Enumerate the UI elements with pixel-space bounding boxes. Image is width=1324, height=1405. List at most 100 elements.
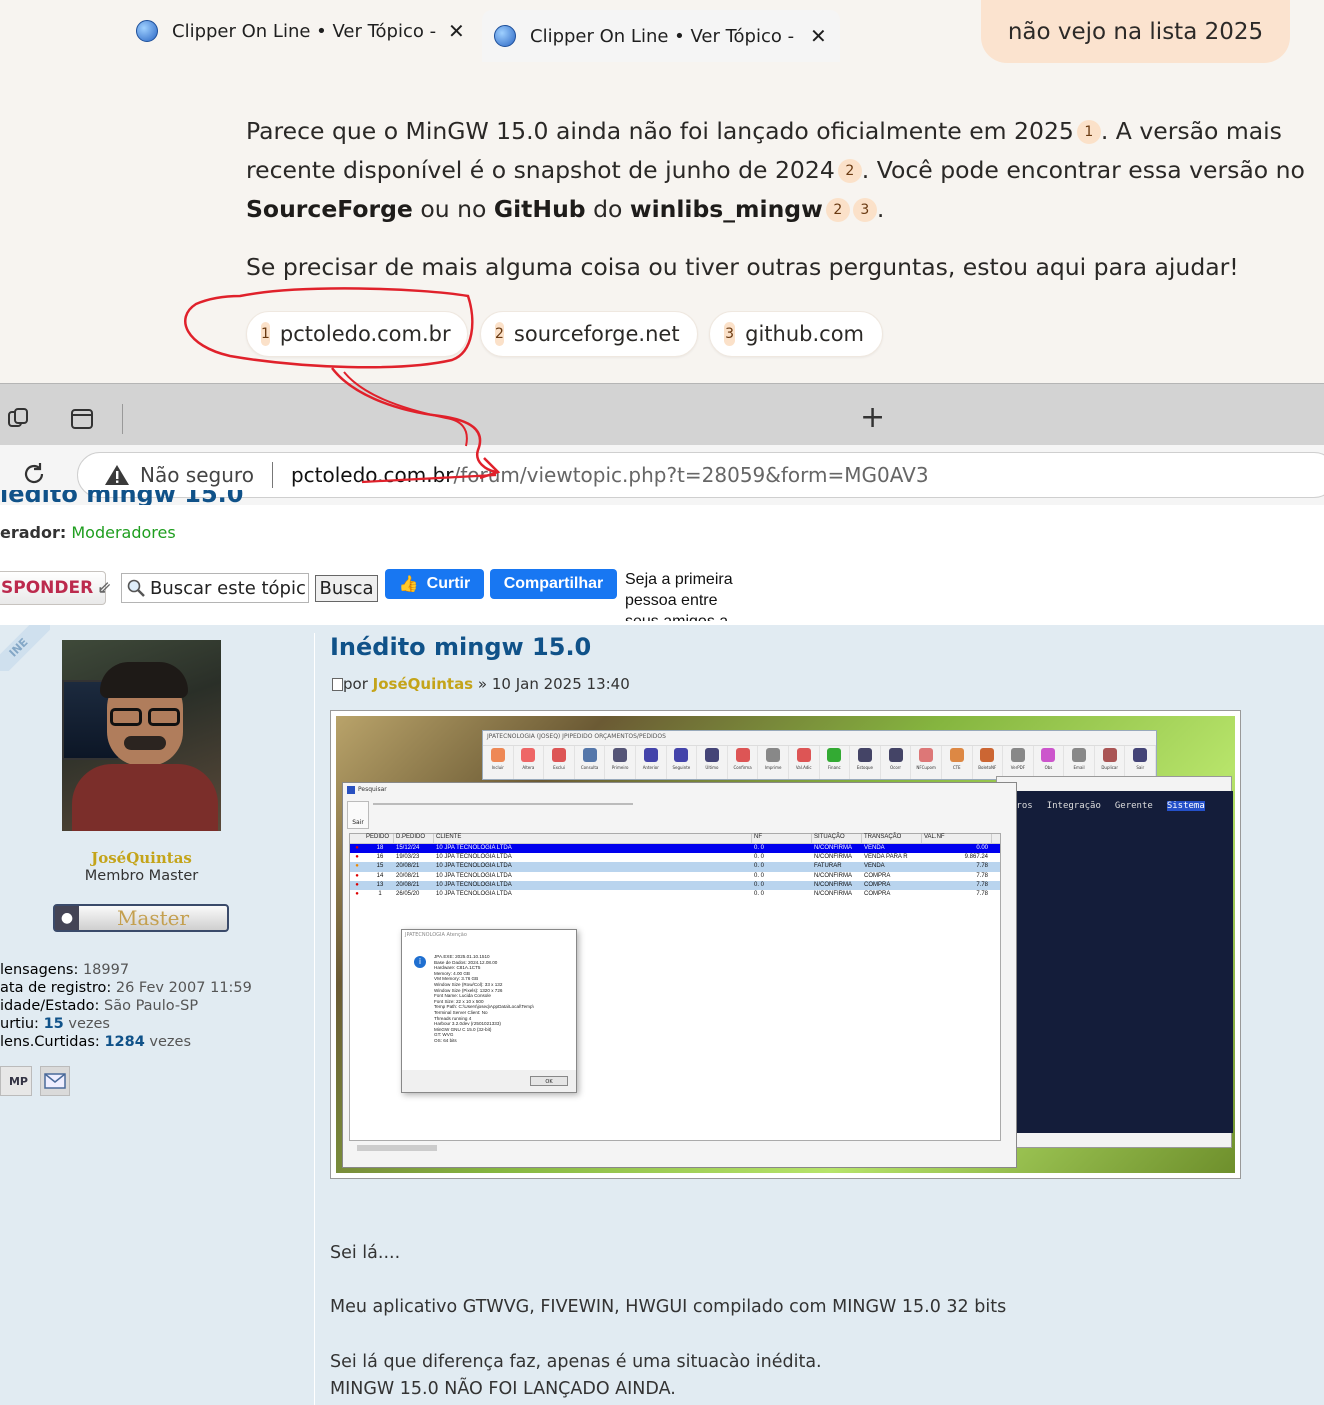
table-row[interactable]: ● 14 20/08/21 10 JPA TECNOLOGIA LTDA 0. 0 N/C… bbox=[350, 871, 1000, 881]
table-row[interactable]: ● 15 20/08/21 10 JPA TECNOLOGIA LTDA 0. 0 FAT… bbox=[350, 862, 1000, 872]
about-dialog: JPATECNOLOGIA Atenção i JPA.EXE: 2025.01… bbox=[401, 929, 577, 1093]
toolbar-button[interactable]: Confirma bbox=[728, 746, 759, 779]
workspaces-icon[interactable] bbox=[6, 406, 32, 432]
toolbar-icon bbox=[980, 748, 995, 762]
toolbar-button[interactable]: CTE bbox=[942, 746, 973, 779]
topic-title-partial[interactable]: ıédito mingw 15.0 bbox=[0, 490, 243, 505]
toolbar-button[interactable]: Email bbox=[1064, 746, 1095, 779]
toolbar-icon bbox=[490, 748, 505, 762]
console-menu: tros Integração Gerente Sistema bbox=[1011, 801, 1205, 811]
toolbar-button[interactable]: Duplicar bbox=[1095, 746, 1126, 779]
post-byline: por JoséQuintas » 10 Jan 2025 13:40 bbox=[332, 675, 630, 693]
toolbar-button[interactable]: Estoque bbox=[850, 746, 881, 779]
user-icon: ● bbox=[55, 906, 79, 930]
toolbar-button[interactable]: Sair bbox=[1125, 746, 1157, 779]
column-header[interactable]: VAL.NF bbox=[922, 834, 992, 843]
toolbar-button[interactable]: BoletoNF bbox=[973, 746, 1004, 779]
post-text-line: Sei lá.... bbox=[330, 1243, 401, 1263]
online-ribbon: INE bbox=[0, 625, 50, 671]
column-header[interactable]: NF bbox=[752, 834, 812, 843]
console-window: tros Integração Gerente Sistema bbox=[996, 776, 1233, 1148]
toolbar-icon bbox=[1133, 748, 1148, 762]
toolbar-icon bbox=[857, 748, 872, 762]
column-header[interactable]: CLIENTE bbox=[434, 834, 752, 843]
profile-username[interactable]: JoséQuintas bbox=[62, 849, 221, 867]
email-icon[interactable] bbox=[40, 1066, 70, 1096]
sair-button[interactable]: Sair bbox=[347, 801, 369, 829]
post-title[interactable]: Inédito mingw 15.0 bbox=[330, 633, 591, 661]
ok-button[interactable]: OK bbox=[530, 1076, 568, 1086]
search-button[interactable]: Busca bbox=[315, 575, 378, 602]
browser-tab-bar bbox=[0, 383, 1324, 445]
toolbar-button[interactable]: Val.Adic bbox=[789, 746, 820, 779]
table-row[interactable]: ● 16 19/03/23 10 JPA TECNOLOGIA LTDA 0. 0 N/C… bbox=[350, 853, 1000, 863]
globe-icon bbox=[136, 20, 158, 42]
post-text-line: Sei lá que diferença faz, apenas é uma s… bbox=[330, 1352, 822, 1372]
citation-badge[interactable]: 1 bbox=[1076, 120, 1101, 144]
post-image[interactable]: JPATECNOLOGIA (JOSEQ) JPIPEDIDO ORÇAMENT… bbox=[330, 710, 1241, 1179]
tab-actions-icon[interactable] bbox=[70, 407, 94, 431]
close-icon[interactable]: ✕ bbox=[810, 24, 827, 48]
source-chip-github[interactable]: 3 github.com bbox=[709, 311, 883, 357]
search-icon bbox=[127, 579, 145, 597]
close-icon[interactable]: ✕ bbox=[448, 19, 465, 43]
toolbar-button[interactable]: Obs bbox=[1034, 746, 1065, 779]
column-header[interactable]: PEDIDO bbox=[364, 834, 394, 843]
user-message-bubble: não vejo na lista 2025 bbox=[981, 0, 1290, 63]
topic-search-input[interactable]: Buscar este tópic bbox=[121, 573, 309, 603]
toolbar-button[interactable]: Imprime bbox=[758, 746, 789, 779]
fb-social-text: Seja a primeira pessoa entre seus amigos… bbox=[625, 571, 733, 621]
toolbar-icon bbox=[674, 748, 689, 762]
toolbar-icon bbox=[1010, 748, 1025, 762]
fb-share-button[interactable]: Compartilhar bbox=[490, 569, 617, 599]
citation-badge[interactable]: 2 bbox=[837, 159, 862, 183]
toolbar-icon bbox=[1041, 748, 1056, 762]
toolbar-icon bbox=[551, 748, 566, 762]
status-dot: ● bbox=[355, 881, 359, 888]
rank-badge: ● Master bbox=[53, 904, 229, 932]
source-chip-pctoledo[interactable]: 1 pctoledo.com.br bbox=[246, 311, 468, 357]
status-dot: ● bbox=[355, 854, 359, 861]
toolbar-icon bbox=[704, 748, 719, 762]
status-dot: ● bbox=[355, 872, 359, 879]
toolbar-button[interactable]: Financ bbox=[820, 746, 851, 779]
moderator-line: erador: Moderadores bbox=[0, 523, 176, 542]
toolbar-button[interactable]: Último bbox=[697, 746, 728, 779]
toolbar-button[interactable]: Altera bbox=[514, 746, 545, 779]
column-header[interactable]: SITUAÇÃO bbox=[812, 834, 862, 843]
citation-badge[interactable]: 3 bbox=[852, 198, 877, 222]
reply-button[interactable]: SPONDER ⇙ bbox=[0, 571, 111, 605]
citation-badge[interactable]: 2 bbox=[825, 198, 850, 222]
toolbar-button[interactable]: VerPDF bbox=[1003, 746, 1034, 779]
assistant-paragraph-2: Se precisar de mais alguma coisa ou tive… bbox=[246, 253, 1239, 281]
column-header[interactable]: TRANSAÇÃO bbox=[862, 834, 922, 843]
avatar[interactable] bbox=[62, 640, 221, 831]
toolbar-button[interactable]: Consulta bbox=[575, 746, 606, 779]
toolbar-icon bbox=[1072, 748, 1087, 762]
toolbar-button[interactable]: Anterior bbox=[636, 746, 667, 779]
toolbar-icon bbox=[643, 748, 658, 762]
toolbar-button[interactable]: Exclui bbox=[544, 746, 575, 779]
search-window: Pesquisar Sair PEDIDO D.PEDIDO CLIENTE NF SI… bbox=[342, 782, 1017, 1168]
tab-inactive[interactable]: Clipper On Line • Ver Tópico - Per ✕ bbox=[136, 0, 476, 62]
source-chip-sourceforge[interactable]: 2 sourceforge.net bbox=[480, 311, 698, 357]
status-dot: ● bbox=[355, 890, 359, 897]
toolbar-icon bbox=[919, 748, 934, 762]
refresh-icon[interactable] bbox=[20, 460, 48, 488]
private-message-button[interactable]: MP bbox=[0, 1066, 32, 1096]
reply-arrow-icon: ⇙ bbox=[97, 578, 112, 598]
toolbar-button[interactable]: Seguinte bbox=[667, 746, 698, 779]
toolbar-button[interactable]: NFCupom bbox=[911, 746, 942, 779]
new-tab-icon[interactable]: + bbox=[860, 400, 885, 435]
tab-active[interactable]: Clipper On Line • Ver Tópico - Iné ✕ bbox=[482, 10, 840, 62]
toolbar-icon bbox=[796, 748, 811, 762]
table-row[interactable]: ● 13 20/08/21 10 JPA TECNOLOGIA LTDA 0. 0 N/C… bbox=[350, 880, 1000, 890]
table-row[interactable]: ● 18 15/12/24 10 JPA TECNOLOGIA LTDA 0. 0 N/C… bbox=[350, 844, 1000, 854]
column-header[interactable]: D.PEDIDO bbox=[394, 834, 434, 843]
fb-like-button[interactable]: 👍 Curtir bbox=[385, 569, 484, 599]
table-row[interactable]: ● 1 26/05/20 10 JPA TECNOLOGIA LTDA 0. 0 N/CO… bbox=[350, 889, 1000, 900]
toolbar-button[interactable]: Ocorr bbox=[881, 746, 912, 779]
toolbar-button[interactable]: Primeiro bbox=[605, 746, 636, 779]
toolbar-button[interactable]: Incluir bbox=[483, 746, 514, 779]
url-field[interactable]: Não seguro pctoledo.com.br/forum/viewtop… bbox=[77, 452, 1324, 498]
